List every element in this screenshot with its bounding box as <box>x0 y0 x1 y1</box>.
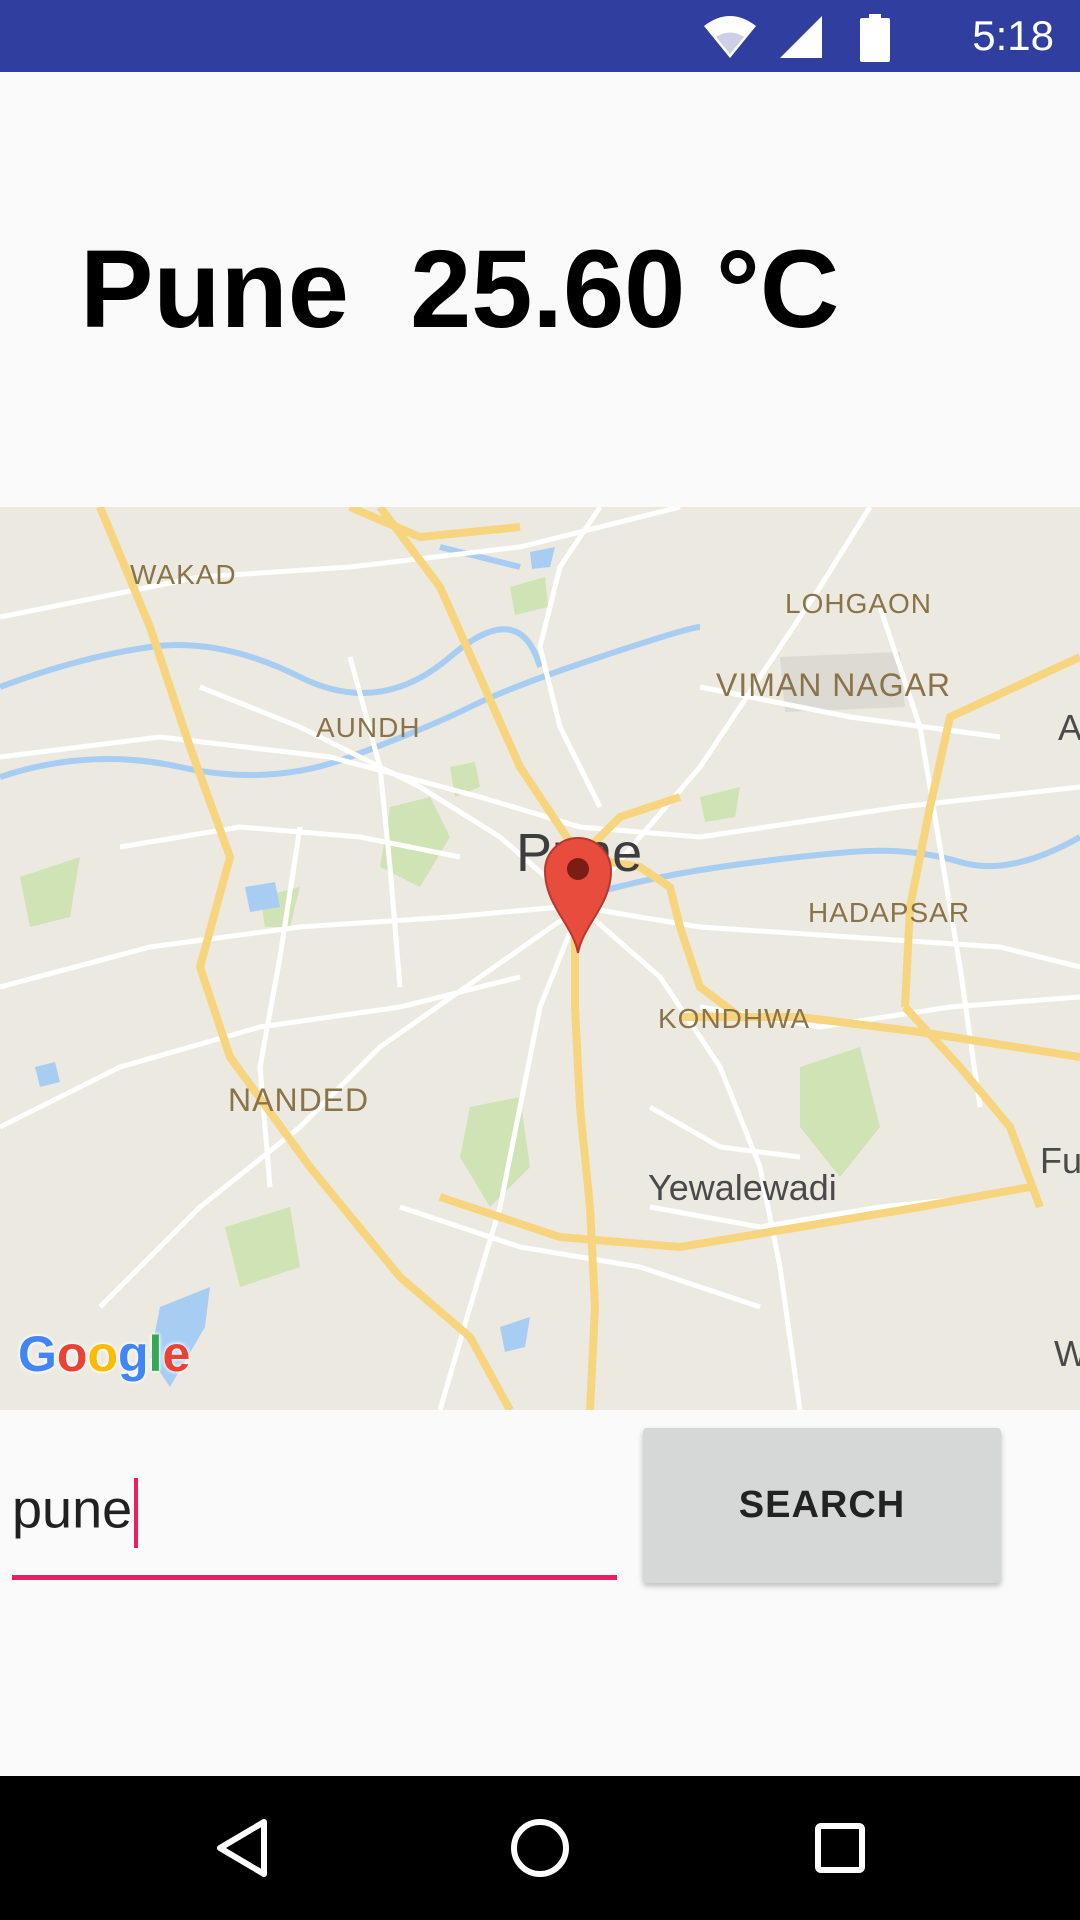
map-label-kondhwa: KONDHWA <box>658 1003 811 1034</box>
map-label-wakad: WAKAD <box>130 559 237 590</box>
status-bar: 5:18 <box>0 0 1080 72</box>
map-tiles <box>0 507 1080 1410</box>
weather-heading: Pune 25.60 °C <box>80 230 839 350</box>
map-label-viman-nagar: VIMAN NAGAR <box>716 667 952 703</box>
map-label-yewalewadi: Yewalewadi <box>648 1167 837 1208</box>
location-pin-icon[interactable] <box>543 835 613 955</box>
map-label-nanded: NANDED <box>228 1082 370 1118</box>
map-label-edge-a: A <box>1058 707 1080 748</box>
map-label-aundh: AUNDH <box>316 712 421 743</box>
search-input-underline <box>12 1575 617 1580</box>
home-icon <box>511 1819 569 1877</box>
recents-icon <box>815 1823 865 1873</box>
map-view[interactable]: WAKAD LOHGAON VIMAN NAGAR AUNDH Pune HAD… <box>0 507 1080 1410</box>
cell-signal-icon <box>780 16 822 58</box>
battery-icon <box>860 14 890 62</box>
navigation-bar <box>0 1776 1080 1920</box>
back-button[interactable] <box>172 1776 312 1920</box>
map-label-edge-fu: Fu <box>1040 1140 1080 1181</box>
home-button[interactable] <box>470 1776 610 1920</box>
recents-button[interactable] <box>770 1776 910 1920</box>
text-cursor <box>134 1478 139 1548</box>
search-button[interactable]: SEARCH <box>643 1428 1001 1583</box>
map-label-hadapsar: HADAPSAR <box>808 897 971 928</box>
search-input[interactable]: pune <box>12 1460 617 1580</box>
city-name: Pune <box>80 228 349 351</box>
search-input-value: pune <box>12 1479 133 1540</box>
status-time: 5:18 <box>972 12 1054 59</box>
wifi-icon <box>704 16 756 58</box>
map-label-edge-w: W <box>1054 1333 1080 1374</box>
google-logo: Google <box>18 1326 191 1382</box>
map-label-lohgaon: LOHGAON <box>785 588 933 619</box>
temperature-value: 25.60 °C <box>410 228 840 351</box>
back-icon <box>217 1819 267 1877</box>
search-input-value-wrap: pune <box>12 1478 139 1548</box>
